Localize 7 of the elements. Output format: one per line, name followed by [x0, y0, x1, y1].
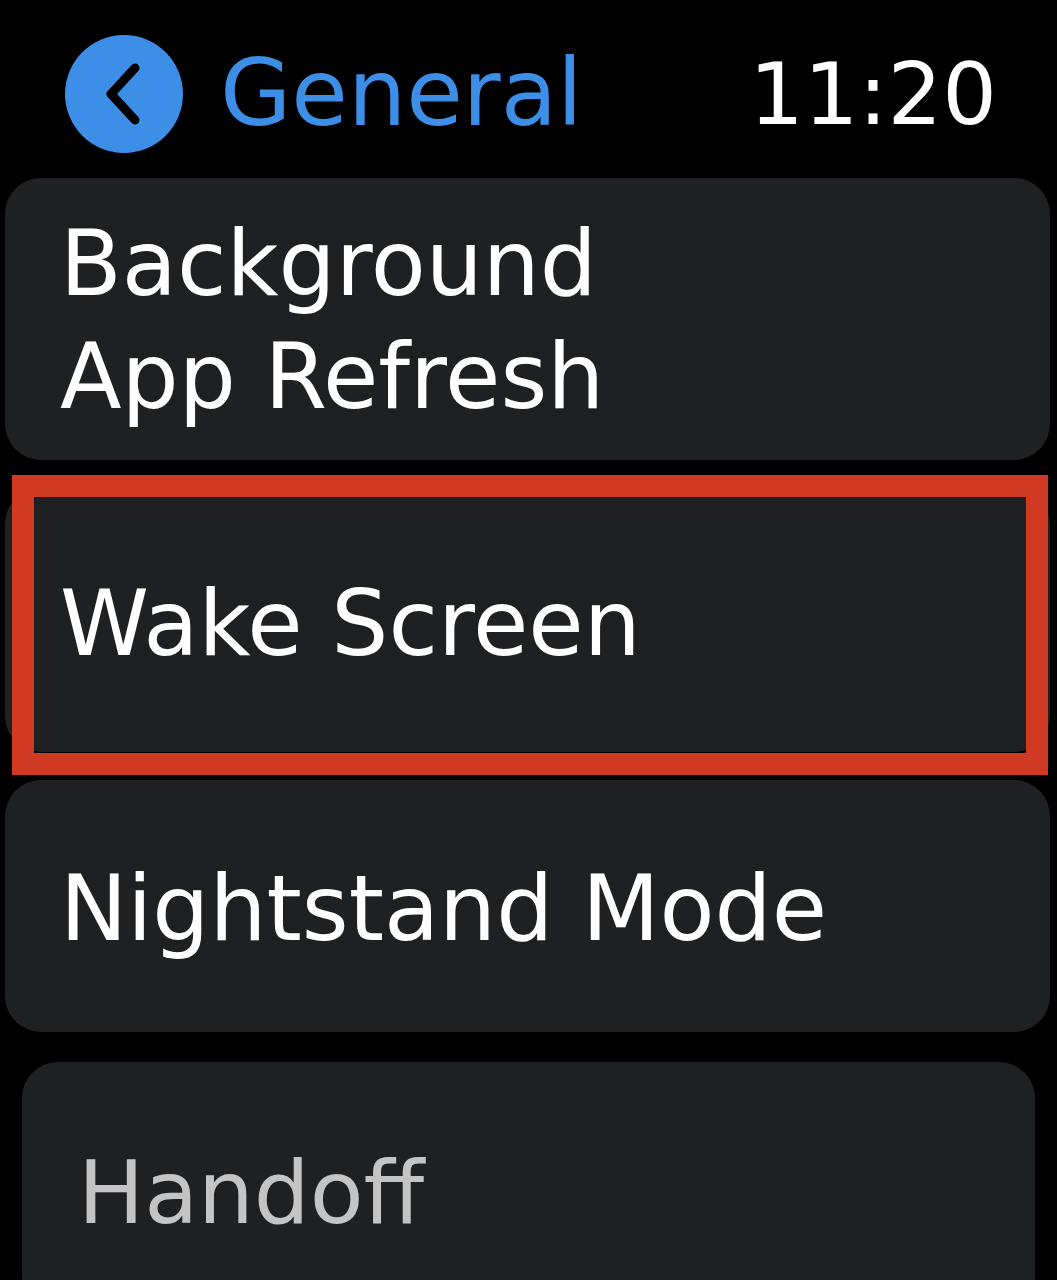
page-title: General	[220, 48, 583, 140]
back-icon	[65, 35, 183, 153]
status-time: 11:20	[749, 51, 997, 137]
settings-row[interactable]: Handoff	[22, 1062, 1035, 1280]
settings-row[interactable]: Nightstand Mode	[5, 780, 1050, 1032]
settings-row[interactable]: Background App Refresh	[5, 178, 1050, 460]
back-button[interactable]	[65, 35, 183, 153]
